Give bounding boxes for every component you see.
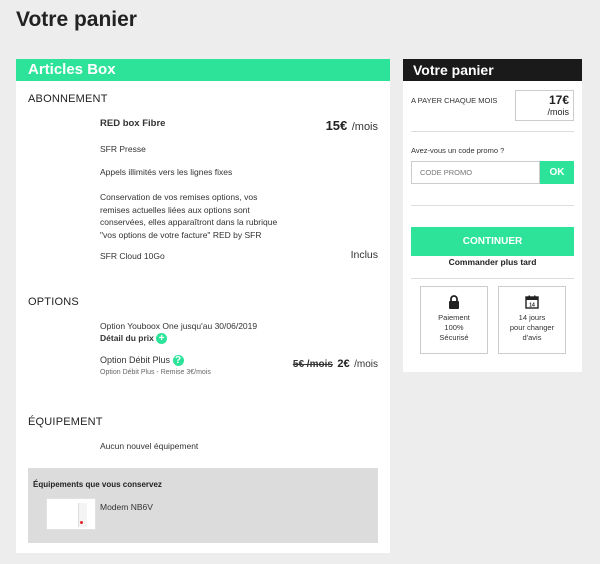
cart-summary-header: Votre panier (403, 59, 582, 81)
secure-payment-box: Paiement 100% Sécurisé (420, 286, 488, 354)
discount-note-line: conservées, elles apparaîtront dans la r… (100, 217, 278, 227)
secure-payment-line: 100% (444, 323, 464, 332)
plus-icon: + (156, 333, 168, 345)
no-new-equipment: Aucun nouvel équipement (100, 441, 199, 451)
modem-name: Modem NB6V (100, 502, 153, 512)
abonnement-title: ABONNEMENT (28, 93, 108, 105)
monthly-label: A PAYER CHAQUE MOIS (411, 96, 498, 105)
discount-note-line: remises actuelles liées aux options sont (100, 204, 250, 215)
modem-image (46, 498, 96, 530)
articles-box-card: Articles Box ABONNEMENT RED box Fibre 15… (16, 59, 390, 553)
included-item: Appels illimités vers les lignes fixes (100, 167, 233, 177)
product-price-unit: /mois (351, 121, 378, 133)
divider (411, 205, 574, 206)
secure-payment-line: Paiement (438, 313, 470, 322)
fourteen-days-line: 14 jours (518, 313, 546, 322)
help-icon[interactable]: ? (172, 355, 184, 367)
debit-plus-price: 5€ /mois 2€ /mois (293, 354, 378, 372)
kept-equipment-box: Équipements que vous conservez Modem NB6… (28, 468, 378, 543)
monthly-price-unit: /mois (547, 107, 569, 117)
monthly-price-box: 17€ /mois (515, 90, 574, 121)
order-later-link[interactable]: Commander plus tard (411, 257, 574, 267)
option-youboox: Option Youboox One jusqu'au 30/06/2019 (100, 321, 258, 331)
discount-note-line: "vos options de votre facture" RED by SF… (100, 229, 262, 240)
fourteen-days-line: pour changer (509, 323, 555, 332)
lock-icon (449, 295, 459, 309)
articles-box-header: Articles Box (16, 59, 390, 81)
old-price: 5€ /mois (292, 359, 333, 370)
divider (411, 131, 574, 132)
promo-ok-button[interactable]: OK (540, 161, 574, 184)
kept-equipment-title: Équipements que vous conservez (33, 480, 162, 489)
included-item: SFR Presse (100, 144, 146, 154)
promo-question: Avez-vous un code promo ? (411, 146, 505, 155)
price-detail-link[interactable]: Détail du prix + (100, 333, 168, 345)
cart-summary-card: Votre panier A PAYER CHAQUE MOIS 17€ /mo… (403, 59, 582, 372)
calendar-icon: 14 (525, 295, 539, 309)
option-debit-plus: Option Débit Plus ? (100, 355, 184, 367)
options-title: OPTIONS (28, 296, 79, 308)
promo-code-input[interactable] (411, 161, 540, 184)
monthly-price: 17€ (548, 93, 569, 107)
fourteen-days-line: d'avis (522, 333, 542, 342)
equipement-title: ÉQUIPEMENT (28, 416, 103, 428)
product-price-value: 15€ (325, 118, 348, 133)
secure-payment-line: Sécurisé (439, 333, 469, 342)
new-price: 2€ (337, 358, 350, 370)
product-price: 15€ /mois (326, 117, 378, 135)
debit-plus-subtext: Option Débit Plus - Remise 3€/mois (100, 369, 211, 376)
discount-note-line: Conservation de vos remises options, vos (100, 192, 258, 202)
cloud-price: Inclus (350, 249, 378, 261)
discount-note: Conservation de vos remises options, vos… (100, 191, 277, 241)
svg-text:14: 14 (529, 303, 535, 309)
fourteen-days-box: 14 14 jours pour changer d'avis (498, 286, 566, 354)
continue-button[interactable]: CONTINUER (411, 227, 574, 256)
option-debit-label: Option Débit Plus (100, 355, 171, 365)
new-price-unit: /mois (354, 359, 378, 370)
divider (411, 278, 574, 279)
page-title: Votre panier (16, 8, 137, 31)
product-name: RED box Fibre (100, 118, 166, 129)
price-detail-label: Détail du prix (100, 333, 154, 343)
cloud-label: SFR Cloud 10Go (100, 251, 165, 261)
